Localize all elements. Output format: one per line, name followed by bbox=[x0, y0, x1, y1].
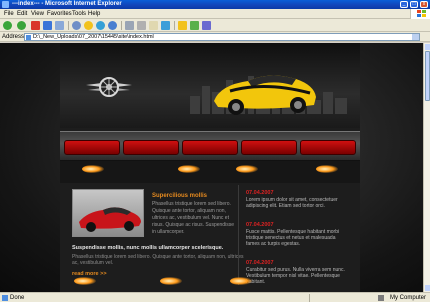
print-icon[interactable] bbox=[137, 21, 146, 30]
nav-button-3[interactable] bbox=[182, 140, 238, 155]
windows-logo-icon bbox=[410, 9, 430, 19]
favorites-icon[interactable] bbox=[84, 21, 93, 30]
vertical-scrollbar[interactable] bbox=[423, 43, 430, 292]
menu-file[interactable]: File bbox=[4, 9, 14, 19]
news-text: Fusce mattis. Pellentesque habitant morb… bbox=[246, 229, 340, 247]
site-header bbox=[60, 43, 360, 128]
media-icon[interactable] bbox=[96, 21, 105, 30]
column-divider bbox=[238, 185, 239, 285]
stop-icon[interactable] bbox=[31, 21, 40, 30]
feature-title[interactable]: Supercilious mollis bbox=[152, 193, 207, 199]
browser-viewport: Supercilious mollis Phasellus tristique … bbox=[0, 43, 423, 292]
flame-decoration bbox=[82, 165, 104, 173]
history-icon[interactable] bbox=[108, 21, 117, 30]
site-nav-bar bbox=[60, 131, 360, 161]
scroll-up-arrow[interactable] bbox=[425, 44, 430, 50]
toolbar-separator bbox=[121, 21, 122, 30]
page-icon bbox=[26, 35, 31, 40]
forward-icon[interactable] bbox=[17, 21, 26, 30]
news-date: 07.04.2007 bbox=[246, 190, 274, 196]
status-bar: Done My Computer bbox=[0, 292, 430, 302]
search-icon[interactable] bbox=[72, 21, 81, 30]
refresh-icon[interactable] bbox=[43, 21, 52, 30]
status-text: Done bbox=[10, 295, 25, 301]
nav-button-1[interactable] bbox=[64, 140, 120, 155]
address-bar: Address D:\_New_Uploads\07_2007\15445\si… bbox=[0, 32, 430, 42]
red-car-photo bbox=[72, 189, 144, 237]
address-label: Address bbox=[2, 34, 25, 40]
feature-text: Phasellus tristique lorem sed libero. Qu… bbox=[152, 201, 234, 235]
home-icon[interactable] bbox=[55, 21, 64, 30]
address-input[interactable]: D:\_New_Uploads\07_2007\15445\site\index… bbox=[24, 33, 420, 41]
security-zone: My Computer bbox=[389, 295, 426, 301]
flame-decoration bbox=[160, 277, 182, 285]
nav-button-4[interactable] bbox=[241, 140, 297, 155]
mail-icon[interactable] bbox=[125, 21, 134, 30]
maximize-button[interactable]: □ bbox=[410, 1, 418, 8]
menu-tools[interactable]: Tools bbox=[72, 9, 86, 19]
computer-icon bbox=[378, 295, 384, 301]
discuss-icon[interactable] bbox=[202, 21, 211, 30]
yellow-sports-car-image bbox=[214, 75, 316, 115]
research-icon[interactable] bbox=[190, 21, 199, 30]
menu-bar: File Edit View Favorites Tools Help bbox=[0, 9, 430, 19]
menu-edit[interactable]: Edit bbox=[17, 9, 27, 19]
menu-help[interactable]: Help bbox=[88, 9, 100, 19]
flame-decoration bbox=[74, 277, 96, 285]
nav-button-2[interactable] bbox=[123, 140, 179, 155]
flame-decoration bbox=[178, 165, 200, 173]
section-body: Phasellus tristique lorem sed libero. Qu… bbox=[72, 254, 244, 266]
window-title: ---index--- - Microsoft Internet Explore… bbox=[12, 1, 122, 7]
minimize-button[interactable]: _ bbox=[400, 1, 408, 8]
scrollbar-thumb[interactable] bbox=[425, 51, 430, 101]
news-date: 07.04.2007 bbox=[246, 222, 274, 228]
scroll-down-arrow[interactable] bbox=[425, 285, 430, 291]
nav-button-5[interactable] bbox=[300, 140, 356, 155]
toolbar bbox=[0, 19, 430, 32]
title-bar: ---index--- - Microsoft Internet Explore… bbox=[0, 0, 430, 9]
messenger-icon[interactable] bbox=[161, 21, 170, 30]
flame-decoration bbox=[236, 165, 258, 173]
news-date: 07.04.2007 bbox=[246, 260, 274, 266]
edit-icon[interactable] bbox=[149, 21, 158, 30]
winged-wheel-logo bbox=[86, 77, 132, 97]
folder-icon[interactable] bbox=[178, 21, 187, 30]
flame-decoration bbox=[316, 165, 338, 173]
menu-favorites[interactable]: Favorites bbox=[47, 9, 72, 19]
back-icon[interactable] bbox=[3, 21, 12, 30]
news-text: Lorem ipsum dolor sit amet, consectetuer… bbox=[246, 197, 338, 209]
close-button[interactable]: x bbox=[420, 1, 428, 8]
bottom-flame-row bbox=[60, 275, 360, 292]
address-dropdown[interactable] bbox=[412, 34, 419, 40]
flame-decoration bbox=[230, 277, 252, 285]
toolbar-separator bbox=[68, 21, 69, 30]
address-url[interactable]: D:\_New_Uploads\07_2007\15445\site\index… bbox=[33, 33, 154, 41]
page-status-icon bbox=[2, 295, 8, 301]
section-subhead: Suspendisse mollis, nunc mollis ullamcor… bbox=[72, 245, 224, 251]
flame-decoration-row bbox=[60, 161, 360, 183]
site-page: Supercilious mollis Phasellus tristique … bbox=[60, 43, 360, 292]
toolbar-separator bbox=[174, 21, 175, 30]
news-item: 07.04.2007 Lorem ipsum dolor sit amet, c… bbox=[246, 189, 350, 209]
status-divider bbox=[309, 294, 310, 302]
menu-view[interactable]: View bbox=[31, 9, 44, 19]
ie-icon bbox=[2, 1, 9, 8]
news-item: 07.04.2007 Fusce mattis. Pellentesque ha… bbox=[246, 221, 350, 247]
